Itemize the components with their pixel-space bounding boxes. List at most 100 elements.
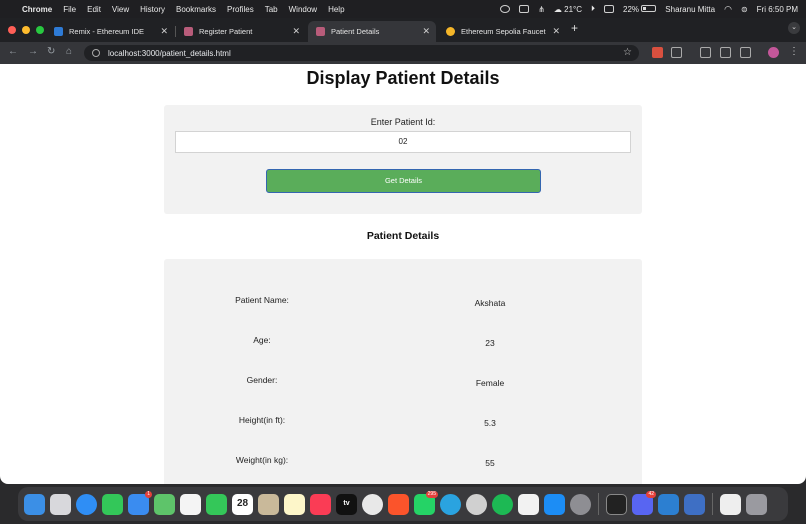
- facetime-icon[interactable]: [206, 493, 227, 515]
- address-bar[interactable]: localhost:3000/patient_details.html ☆: [84, 45, 639, 61]
- user-name[interactable]: Sharanu Mitta: [665, 5, 715, 14]
- forward-icon[interactable]: →: [28, 46, 38, 57]
- preview-icon[interactable]: [684, 493, 705, 515]
- discord-badge: 42: [646, 490, 656, 498]
- launchpad-icon[interactable]: [50, 493, 71, 515]
- menu-edit[interactable]: Edit: [87, 5, 101, 14]
- whatsapp-badge: 295: [425, 490, 438, 498]
- play-icon[interactable]: ⏵: [591, 4, 595, 14]
- telegram-icon[interactable]: [440, 493, 461, 515]
- menu-window[interactable]: Window: [289, 5, 317, 14]
- slack-icon[interactable]: [518, 493, 539, 515]
- close-tab-icon[interactable]: ✕: [552, 26, 560, 37]
- spotify-icon[interactable]: [492, 493, 513, 515]
- apple-tv-icon[interactable]: tv: [336, 493, 357, 515]
- detail-value-weight: 55: [485, 458, 495, 468]
- activity-monitor-icon[interactable]: [606, 493, 627, 515]
- tab-register-patient[interactable]: Register Patient ✕: [176, 21, 306, 42]
- tab-title: Remix - Ethereum IDE: [69, 27, 145, 36]
- patient-id-label: Enter Patient Id:: [370, 117, 436, 127]
- contacts-icon[interactable]: [258, 493, 279, 515]
- tab-strip: Remix - Ethereum IDE ✕ Register Patient …: [0, 18, 806, 42]
- chatgpt-icon[interactable]: [466, 493, 487, 515]
- finder-icon[interactable]: [24, 493, 45, 515]
- menu-view[interactable]: View: [112, 5, 129, 14]
- menu-bar: Chrome File Edit View History Bookmarks …: [0, 0, 806, 18]
- tab-sepolia-faucet[interactable]: Ethereum Sepolia Faucet ✕: [438, 21, 566, 42]
- detail-label-name: Patient Name:: [235, 295, 289, 305]
- trash-icon[interactable]: [746, 493, 767, 515]
- whatsapp-icon[interactable]: 295: [414, 490, 438, 515]
- calendar-icon[interactable]: 28: [232, 493, 253, 515]
- close-tab-icon[interactable]: ✕: [292, 26, 300, 37]
- page-viewport: Display Patient Details Enter Patient Id…: [0, 64, 806, 484]
- menu-help[interactable]: Help: [328, 5, 344, 14]
- wifi-icon[interactable]: ◠: [724, 4, 732, 15]
- menu-app-chrome[interactable]: Chrome: [22, 5, 52, 14]
- system-settings-icon[interactable]: [570, 493, 591, 515]
- puzzle-icon[interactable]: [671, 47, 682, 58]
- calendar-day: 28: [236, 497, 249, 509]
- clock[interactable]: Fri 6:50 PM: [757, 5, 798, 14]
- tab-title: Patient Details: [331, 27, 380, 36]
- menu-tab[interactable]: Tab: [265, 5, 278, 14]
- safari-icon[interactable]: [76, 493, 97, 515]
- brave-icon[interactable]: [388, 493, 409, 515]
- detail-value-gender: Female: [475, 378, 505, 388]
- maps-icon[interactable]: [154, 493, 175, 515]
- patient-details-card: Patient Name: Akshata Age: 23 Gender: Fe…: [164, 259, 642, 484]
- patient-id-input[interactable]: 02: [175, 131, 631, 153]
- display-icon[interactable]: [604, 5, 615, 13]
- tab-title: Ethereum Sepolia Faucet: [461, 27, 546, 36]
- messages-icon[interactable]: [102, 493, 123, 515]
- battery-status[interactable]: 22%: [623, 4, 657, 14]
- avatar[interactable]: [768, 47, 779, 58]
- status-icon[interactable]: [500, 5, 511, 13]
- document-icon[interactable]: [720, 493, 741, 515]
- menu-profiles[interactable]: Profiles: [227, 5, 254, 14]
- close-tab-icon[interactable]: ✕: [422, 26, 430, 37]
- tab-patient-details[interactable]: Patient Details ✕: [308, 21, 436, 42]
- home-icon[interactable]: ⌂: [66, 46, 72, 57]
- discord-icon[interactable]: 42: [632, 490, 656, 515]
- section-title: Patient Details: [366, 230, 440, 242]
- music-icon[interactable]: [310, 493, 331, 515]
- site-info-icon[interactable]: [92, 49, 100, 57]
- tab-remix[interactable]: Remix - Ethereum IDE ✕: [46, 21, 174, 42]
- menu-history[interactable]: History: [140, 5, 165, 14]
- close-window-button[interactable]: [8, 26, 16, 34]
- control-center-icon[interactable]: ⊜: [741, 5, 748, 14]
- menu-file[interactable]: File: [63, 5, 76, 14]
- mail-icon[interactable]: 1: [128, 490, 152, 515]
- weather-status[interactable]: ☁ 21°C: [554, 5, 582, 14]
- back-icon[interactable]: ←: [8, 46, 18, 57]
- menu-kebab-icon[interactable]: ⋮: [789, 46, 799, 57]
- notes-icon[interactable]: [284, 493, 305, 515]
- dock: 1 28 tv 295 42: [18, 487, 788, 521]
- dock-divider: [598, 493, 599, 515]
- menu-bookmarks[interactable]: Bookmarks: [176, 5, 216, 14]
- incognito-icon[interactable]: [700, 47, 711, 58]
- detail-label-gender: Gender:: [246, 375, 278, 385]
- qr-icon[interactable]: [740, 47, 751, 58]
- page-icon: [316, 27, 325, 36]
- get-details-button[interactable]: Get Details: [266, 169, 541, 193]
- tab-search-chevron-icon[interactable]: ⌄: [788, 22, 800, 34]
- photos-icon[interactable]: [180, 493, 201, 515]
- reload-icon[interactable]: ↻: [47, 46, 55, 57]
- extension-icon[interactable]: [652, 47, 663, 58]
- cloud-icon: ☁: [553, 4, 562, 14]
- detail-label-age: Age:: [253, 335, 271, 345]
- close-tab-icon[interactable]: ✕: [160, 26, 168, 37]
- minimize-window-button[interactable]: [22, 26, 30, 34]
- mic-icon[interactable]: ⋔: [538, 5, 545, 14]
- chrome-icon[interactable]: [362, 493, 383, 515]
- password-key-icon[interactable]: [720, 47, 731, 58]
- new-tab-button[interactable]: +: [571, 21, 578, 35]
- app-store-icon[interactable]: [544, 493, 565, 515]
- vscode-icon[interactable]: [658, 493, 679, 515]
- maximize-window-button[interactable]: [36, 26, 44, 34]
- remix-icon: [54, 27, 63, 36]
- bookmark-star-icon[interactable]: ☆: [623, 47, 632, 58]
- screen-icon[interactable]: [519, 5, 530, 13]
